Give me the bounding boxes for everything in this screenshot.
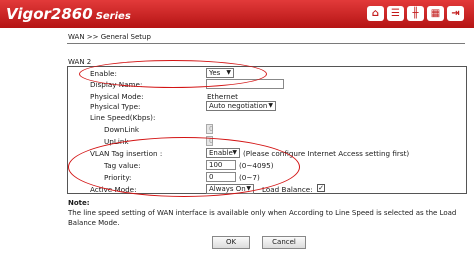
home-icon[interactable]: ⌂	[367, 6, 384, 21]
chevron-down-icon: ▼	[268, 102, 273, 109]
physical-type-select[interactable]: Auto negotiation ▼	[206, 101, 276, 111]
status-icon[interactable]: ▦	[427, 6, 444, 21]
note-text: The line speed setting of WAN interface …	[68, 209, 457, 227]
brand-logo: Vigor2860 Series	[6, 5, 131, 23]
highlight-ring-enable	[79, 60, 267, 88]
cancel-button[interactable]: Cancel	[262, 236, 306, 249]
downlink-input[interactable]: 0	[206, 124, 213, 134]
top-header: Vigor2860 Series ⌂ ☰ ╫ ▦ ⇥	[0, 0, 474, 28]
logout-icon[interactable]: ⇥	[447, 6, 464, 21]
brand-series: Series	[95, 11, 131, 22]
physical-mode-value: Ethernet	[207, 92, 238, 101]
physical-type-select-value: Auto negotiation	[209, 102, 268, 110]
brand-model: Vigor2860	[6, 5, 93, 23]
breadcrumb: WAN >> General Setup	[68, 33, 151, 41]
section-title: WAN 2	[68, 58, 92, 66]
highlight-ring-vlan	[68, 137, 300, 197]
tools-icon[interactable]: ╫	[407, 6, 424, 21]
physical-type-label: Physical Type:	[90, 102, 141, 111]
downlink-label: DownLink	[104, 125, 140, 134]
list-icon[interactable]: ☰	[387, 6, 404, 21]
load-balance-checkbox[interactable]: ✓	[317, 184, 325, 192]
line-speed-label: Line Speed(Kbps):	[90, 113, 156, 122]
breadcrumb-divider	[67, 43, 465, 44]
note-title: Note:	[68, 199, 90, 207]
ok-button[interactable]: OK	[212, 236, 250, 249]
physical-mode-label: Physical Mode:	[90, 92, 144, 101]
